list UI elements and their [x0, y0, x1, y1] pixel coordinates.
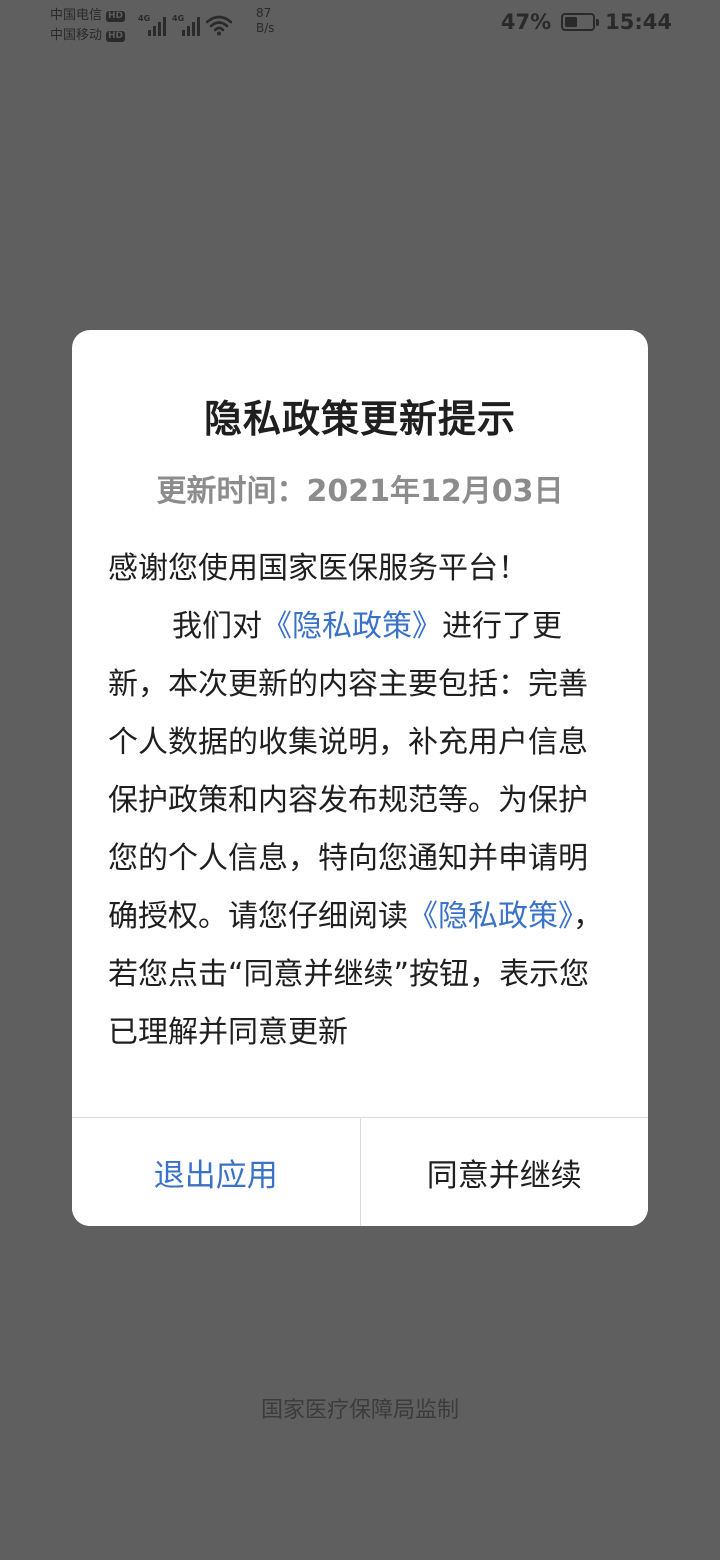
hd-badge-2: HD: [106, 30, 126, 42]
agree-continue-button[interactable]: 同意并继续: [360, 1118, 648, 1226]
signal-strength-icon: 4G: [172, 14, 200, 36]
network-type-label-1: 4G: [138, 14, 151, 23]
para-middle: 进行了更新，本次更新的内容主要包括：完善个人数据的收集说明，补充用户信息保护政策…: [108, 609, 588, 934]
greeting-text: 感谢您使用国家医保服务平台！: [108, 551, 528, 586]
hd-badge-1: HD: [106, 10, 126, 22]
signal-group: 4G 4G: [138, 10, 232, 36]
battery-percent: 47%: [500, 10, 552, 34]
privacy-policy-link-1[interactable]: 《隐私政策》: [262, 609, 442, 644]
battery-icon: [561, 13, 600, 31]
carrier-line-2: 中国移动 HD: [50, 26, 126, 46]
net-speed-unit: B/s: [256, 21, 275, 35]
status-right: 47% 15:44: [501, 10, 672, 34]
signal-strength-icon: 4G: [138, 14, 166, 36]
carrier-2-name: 中国移动: [50, 28, 103, 43]
net-speed-value: 87: [256, 6, 272, 20]
privacy-policy-link-2[interactable]: 《隐私政策》: [408, 899, 573, 934]
privacy-policy-dialog: 隐私政策更新提示 更新时间：2021年12月03日 感谢您使用国家医保服务平台！…: [72, 330, 648, 1226]
clock-time: 15:44: [605, 10, 672, 34]
battery-fill: [565, 17, 578, 27]
network-type-label-2: 4G: [172, 14, 185, 23]
carrier-info: 中国电信 HD 中国移动 HD: [50, 6, 126, 46]
carrier-1-name: 中国电信: [50, 8, 103, 23]
status-bar: 中国电信 HD 中国移动 HD 4G 4G 87 B/s 47% 15:44: [0, 0, 720, 52]
dialog-title: 隐私政策更新提示: [203, 397, 516, 441]
net-speed: 87 B/s: [256, 6, 275, 36]
dialog-buttons: 退出应用 同意并继续: [72, 1117, 648, 1226]
wifi-icon: [206, 15, 232, 36]
carrier-line-1: 中国电信 HD: [50, 6, 126, 26]
dialog-body[interactable]: 感谢您使用国家医保服务平台！ 我们对《隐私政策》进行了更新，本次更新的内容主要包…: [108, 540, 612, 1100]
footer-supervision-text: 国家医疗保障局监制: [260, 1398, 459, 1423]
exit-app-button[interactable]: 退出应用: [72, 1118, 361, 1226]
screen: 中国电信 HD 中国移动 HD 4G 4G 87 B/s 47% 15:44 隐…: [0, 0, 720, 1560]
para-intro: 我们对: [172, 609, 262, 644]
policy-paragraph: 我们对《隐私政策》进行了更新，本次更新的内容主要包括：完善个人数据的收集说明，补…: [108, 598, 612, 1062]
update-time: 更新时间：2021年12月03日: [156, 474, 564, 509]
